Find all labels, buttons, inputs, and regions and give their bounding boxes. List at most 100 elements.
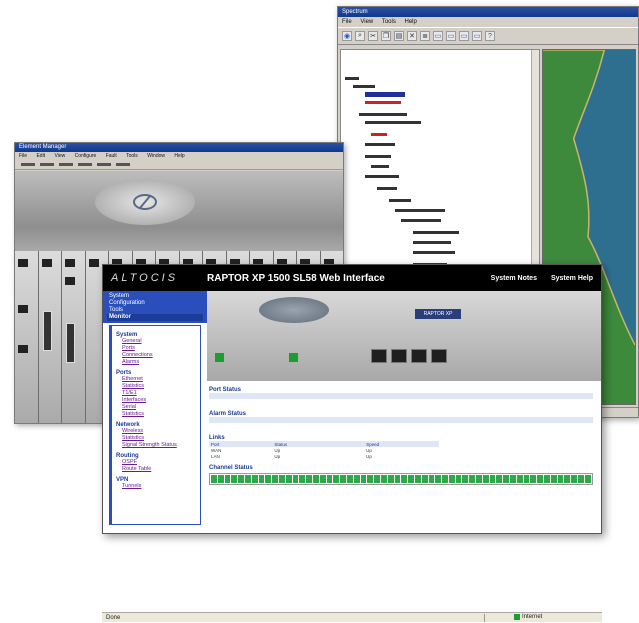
ethernet-port[interactable]: [411, 349, 427, 363]
ethernet-port[interactable]: [371, 349, 387, 363]
line-card[interactable]: [38, 251, 61, 423]
status-separator: [484, 614, 485, 622]
cut-icon[interactable]: ✂: [368, 31, 378, 41]
toolbar-button[interactable]: [97, 163, 111, 166]
security-zone: Internet: [514, 614, 542, 620]
tab-configuration[interactable]: Configuration: [107, 300, 203, 307]
tab-system[interactable]: System: [107, 293, 203, 300]
table-cell: Up: [274, 453, 281, 459]
tree-node[interactable]: [365, 174, 399, 180]
chassis-header: [15, 171, 343, 251]
tab-monitor[interactable]: Monitor: [107, 314, 203, 321]
menu-item[interactable]: Configure: [75, 153, 97, 159]
status-led: [215, 353, 224, 362]
sidebar-link[interactable]: Tunnels: [116, 483, 196, 490]
copy-icon[interactable]: ❐: [381, 31, 391, 41]
tree-node[interactable]: [365, 142, 395, 148]
sidebar-tabs: System Configuration Tools Monitor: [103, 291, 207, 323]
menu-item-view[interactable]: View: [360, 19, 373, 25]
channel-status-grid: [209, 473, 593, 485]
table-cell: LAN: [211, 453, 220, 459]
toolbar: [15, 160, 343, 170]
tree-node-selected[interactable]: [365, 92, 405, 98]
sidebar-link[interactable]: Ports: [116, 345, 196, 352]
menu-item[interactable]: Edit: [36, 153, 45, 159]
tree-node[interactable]: [413, 230, 459, 236]
sidebar-link[interactable]: Route Table: [116, 466, 196, 473]
tree-node[interactable]: [377, 186, 397, 192]
sidebar-link[interactable]: T1/E1: [116, 390, 196, 397]
tree-node[interactable]: [359, 112, 407, 118]
tree-node[interactable]: [365, 154, 391, 160]
toolbar-button[interactable]: [40, 163, 54, 166]
monitor-icon[interactable]: ▭: [433, 31, 443, 41]
menu-item-tools[interactable]: Tools: [382, 19, 396, 25]
globe-icon[interactable]: ◉: [342, 31, 352, 41]
system-notes-link[interactable]: System Notes: [491, 275, 537, 282]
web-interface-window: ALTOCIS RAPTOR XP 1500 SL58 Web Interfac…: [102, 264, 602, 534]
tree-node[interactable]: [413, 240, 451, 246]
menu-item-file[interactable]: File: [342, 19, 352, 25]
sidebar-link[interactable]: Wireless: [116, 428, 196, 435]
tab-tools[interactable]: Tools: [107, 307, 203, 314]
search-icon[interactable]: ⌕: [355, 31, 365, 41]
sidebar-link[interactable]: General: [116, 338, 196, 345]
device-faceplate: RAPTOR XP: [207, 291, 601, 381]
ethernet-port[interactable]: [431, 349, 447, 363]
menu-item[interactable]: File: [19, 153, 27, 159]
tree-node[interactable]: [395, 208, 445, 214]
sidebar-link[interactable]: Statistics: [116, 435, 196, 442]
menu-item[interactable]: Fault: [106, 153, 117, 159]
sidebar: System Configuration Tools Monitor Syste…: [103, 291, 207, 533]
sidebar-link[interactable]: Interfaces: [116, 397, 196, 404]
toolbar-button[interactable]: [116, 163, 130, 166]
system-help-link[interactable]: System Help: [551, 275, 593, 282]
monitor-icon[interactable]: ▭: [459, 31, 469, 41]
section-title: Channel Status: [209, 465, 253, 471]
menu-bar: File View Tools Help: [338, 17, 638, 27]
menu-item[interactable]: View: [54, 153, 65, 159]
app-header: ALTOCIS RAPTOR XP 1500 SL58 Web Interfac…: [103, 265, 601, 291]
delete-icon[interactable]: ✕: [407, 31, 417, 41]
tree-node[interactable]: [353, 84, 375, 90]
status-led: [289, 353, 298, 362]
toolbar-button[interactable]: [59, 163, 73, 166]
tree-node[interactable]: [413, 250, 455, 256]
sidebar-link[interactable]: Signal Strength Status: [116, 442, 196, 449]
sidebar-link[interactable]: Statistics: [116, 383, 196, 390]
tree-node[interactable]: [401, 218, 441, 224]
tree-node[interactable]: [365, 120, 421, 126]
line-card[interactable]: [62, 251, 85, 423]
monitor-icon[interactable]: ▭: [446, 31, 456, 41]
menu-item[interactable]: Tools: [126, 153, 138, 159]
paste-icon[interactable]: ▤: [394, 31, 404, 41]
menu-item[interactable]: Window: [147, 153, 165, 159]
sidebar-link[interactable]: Ethernet: [116, 376, 196, 383]
ethernet-port[interactable]: [391, 349, 407, 363]
sidebar-link[interactable]: Serial: [116, 404, 196, 411]
line-card[interactable]: [15, 251, 38, 423]
page-title: RAPTOR XP 1500 SL58 Web Interface: [207, 272, 385, 284]
tree-node[interactable]: [371, 132, 387, 138]
menu-item[interactable]: Help: [174, 153, 184, 159]
toolbar-button[interactable]: [21, 163, 35, 166]
monitor-icon[interactable]: ▭: [472, 31, 482, 41]
menu-item-help[interactable]: Help: [405, 19, 417, 25]
help-icon[interactable]: ?: [485, 31, 495, 41]
zone-label: Internet: [522, 614, 543, 620]
sidebar-panel: System General Ports Connections Alarms …: [109, 325, 201, 525]
toolbar-button[interactable]: [78, 163, 92, 166]
properties-icon[interactable]: ≣: [420, 31, 430, 41]
tree-node[interactable]: [371, 164, 389, 170]
sidebar-link[interactable]: OSPF: [116, 459, 196, 466]
alarm-status-table: [209, 417, 593, 429]
sidebar-link[interactable]: Connections: [116, 352, 196, 359]
links-table: Port Status Speed WAN Up Up LAN Up Up: [209, 441, 440, 459]
sidebar-link[interactable]: Alarms: [116, 359, 196, 366]
port-status-table: [209, 393, 593, 405]
sidebar-link[interactable]: Statistics: [116, 411, 196, 418]
tree-node[interactable]: [345, 76, 359, 82]
window-title: Element Manager: [15, 143, 343, 152]
tree-node[interactable]: [365, 100, 401, 106]
tree-node[interactable]: [389, 198, 411, 204]
